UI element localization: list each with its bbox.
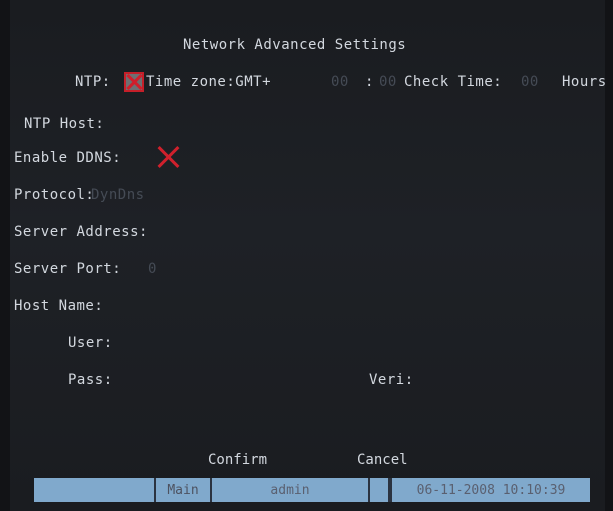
confirm-button[interactable]: Confirm xyxy=(208,452,267,468)
enable-ddns-checkbox[interactable] xyxy=(156,144,182,170)
server-port-field[interactable]: 0 xyxy=(148,261,157,277)
protocol-label: Protocol: xyxy=(14,187,95,203)
host-name-label: Host Name: xyxy=(14,298,104,314)
user-label: User: xyxy=(68,335,113,351)
server-port-label: Server Port: xyxy=(14,261,122,277)
left-frame xyxy=(0,0,10,511)
timezone-label: Time zone:GMT+ xyxy=(146,74,272,90)
page-title: Network Advanced Settings xyxy=(183,37,407,53)
protocol-select[interactable]: DynDns xyxy=(91,187,145,203)
hours-label: Hours xyxy=(562,74,607,90)
ntp-checkbox[interactable] xyxy=(124,72,144,92)
ntp-label: NTP: xyxy=(75,74,111,90)
status-menu-name: Main xyxy=(156,478,212,502)
status-username: admin xyxy=(212,478,370,502)
status-datetime: 06-11-2008 10:10:39 xyxy=(390,478,590,502)
status-bar-blank xyxy=(34,478,156,502)
status-bar: Main admin 06-11-2008 10:10:39 xyxy=(34,478,590,502)
status-bar-gap xyxy=(370,478,390,502)
network-advanced-settings-screen: Network Advanced Settings NTP: Time zone… xyxy=(0,0,613,511)
cancel-button[interactable]: Cancel xyxy=(357,452,408,468)
server-address-label: Server Address: xyxy=(14,224,148,240)
ntp-host-label: NTP Host: xyxy=(24,116,105,132)
verify-label: Veri: xyxy=(369,372,414,388)
check-time-field[interactable]: 00 xyxy=(521,74,539,90)
timezone-separator: : xyxy=(365,74,374,90)
pass-label: Pass: xyxy=(68,372,113,388)
timezone-hours-field[interactable]: 00 xyxy=(331,74,349,90)
check-time-label: Check Time: xyxy=(404,74,503,90)
timezone-minutes-field[interactable]: 00 xyxy=(379,74,397,90)
enable-ddns-label: Enable DDNS: xyxy=(14,150,122,166)
